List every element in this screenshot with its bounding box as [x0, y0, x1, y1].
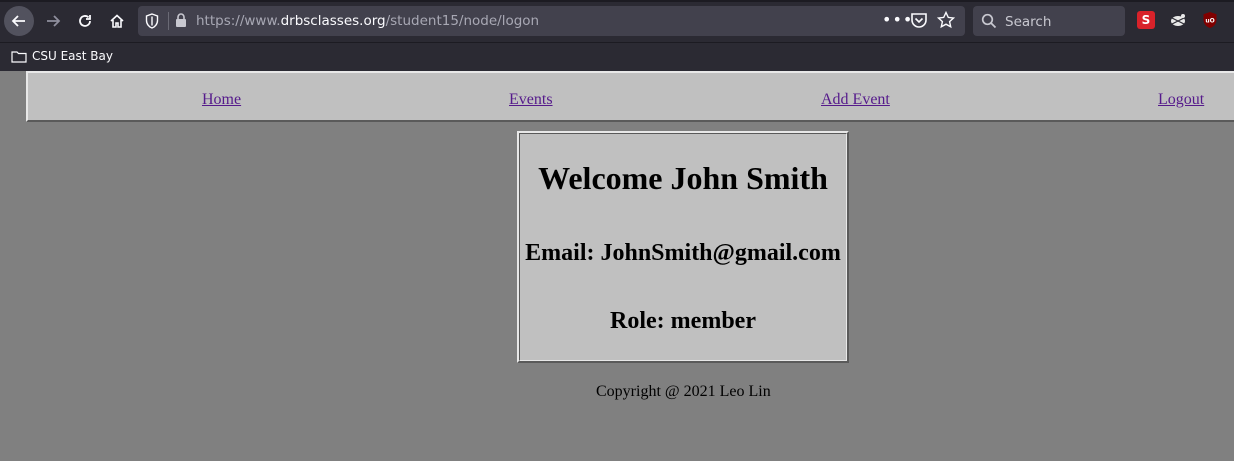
home-button[interactable] — [102, 6, 132, 36]
folder-icon — [11, 50, 27, 63]
tabstrip-edge — [0, 0, 1234, 2]
role-heading: Role: member — [610, 308, 756, 334]
url-text[interactable]: https://www.drbsclasses.org/student15/no… — [196, 13, 539, 29]
back-arrow-icon — [11, 15, 25, 27]
tracking-shield-icon[interactable] — [145, 13, 159, 33]
forward-arrow-icon — [47, 15, 61, 27]
reload-button[interactable] — [70, 6, 100, 36]
search-icon — [981, 13, 997, 33]
search-box[interactable] — [973, 6, 1125, 36]
page-actions-icon[interactable]: ••• — [882, 10, 913, 29]
browser-toolbar: https://www.drbsclasses.org/student15/no… — [0, 0, 1234, 42]
reload-icon — [79, 15, 91, 27]
email-heading: Email: JohnSmith@gmail.com — [525, 240, 841, 266]
nav-logout-link[interactable]: Logout — [1158, 91, 1204, 109]
nav-home-link[interactable]: Home — [202, 91, 241, 109]
urlbar-separator — [168, 12, 169, 30]
back-button[interactable] — [4, 6, 34, 36]
bookmarks-toolbar: CSU East Bay — [0, 42, 1234, 71]
svg-text:uO: uO — [1205, 18, 1214, 25]
url-prefix: https://www. — [196, 13, 281, 29]
lock-icon[interactable] — [175, 13, 187, 32]
nav-add-event-link[interactable]: Add Event — [821, 91, 890, 109]
welcome-heading: Welcome John Smith — [538, 160, 828, 196]
address-bar[interactable]: https://www.drbsclasses.org/student15/no… — [138, 6, 965, 36]
ublock-origin-icon[interactable]: uO — [1201, 11, 1219, 29]
footer-copyright: Copyright @ 2021 Leo Lin — [596, 383, 771, 400]
nav-events-link[interactable]: Events — [509, 91, 553, 109]
profile-card: Welcome John Smith Email: JohnSmith@gmai… — [517, 131, 849, 363]
bookmark-star-icon[interactable] — [936, 10, 956, 33]
bookmark-folder-csu-east-bay[interactable]: CSU East Bay — [11, 49, 113, 63]
site-navbar: Home Events Add Event Logout — [26, 71, 1234, 122]
url-domain: drbsclasses.org — [280, 13, 386, 29]
extension-s-icon[interactable]: S — [1137, 11, 1155, 29]
url-path: /student15/node/logon — [385, 13, 540, 29]
extension-s-label: S — [1141, 13, 1151, 27]
pocket-icon[interactable] — [910, 12, 928, 33]
forward-button[interactable] — [38, 6, 68, 36]
extension-bug-icon[interactable] — [1169, 11, 1187, 29]
search-input[interactable] — [1003, 12, 1122, 32]
home-icon — [110, 14, 124, 28]
bookmark-label: CSU East Bay — [32, 49, 113, 63]
